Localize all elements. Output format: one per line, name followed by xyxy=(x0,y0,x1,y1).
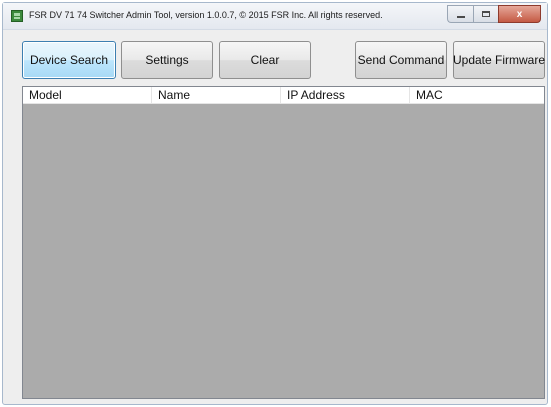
close-button[interactable]: x xyxy=(498,5,541,23)
send-command-button[interactable]: Send Command xyxy=(355,41,447,79)
device-list-header: Model Name IP Address MAC xyxy=(23,87,544,104)
column-header-ip-address[interactable]: IP Address xyxy=(281,87,410,103)
app-window: FSR DV 71 74 Switcher Admin Tool, versio… xyxy=(2,2,548,405)
minimize-button[interactable] xyxy=(447,5,473,23)
maximize-button[interactable] xyxy=(473,5,498,23)
column-header-model[interactable]: Model xyxy=(23,87,152,103)
column-header-name[interactable]: Name xyxy=(152,87,281,103)
clear-button[interactable]: Clear xyxy=(219,41,311,79)
device-list-body[interactable] xyxy=(23,103,544,398)
window-title: FSR DV 71 74 Switcher Admin Tool, versio… xyxy=(29,10,383,20)
maximize-icon xyxy=(482,11,490,17)
close-icon: x xyxy=(516,8,523,20)
window-controls: x xyxy=(447,5,541,23)
update-firmware-button[interactable]: Update Firmware xyxy=(453,41,545,79)
device-search-button[interactable]: Device Search xyxy=(22,41,116,79)
device-list[interactable]: Model Name IP Address MAC xyxy=(22,86,545,399)
title-bar[interactable]: FSR DV 71 74 Switcher Admin Tool, versio… xyxy=(3,3,547,30)
minimize-icon xyxy=(456,16,465,18)
settings-button[interactable]: Settings xyxy=(121,41,213,79)
app-icon xyxy=(11,10,23,22)
column-header-mac[interactable]: MAC xyxy=(410,87,544,103)
